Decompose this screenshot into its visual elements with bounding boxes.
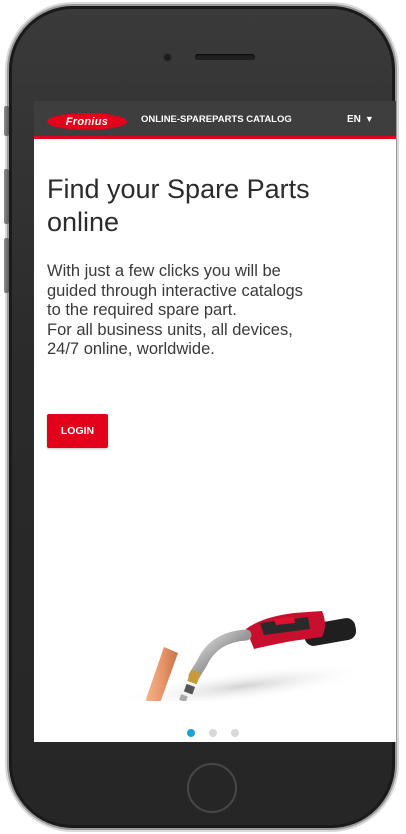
silent-switch — [4, 106, 9, 136]
carousel-dot[interactable] — [187, 729, 195, 737]
intro-line: With just a few clicks you will be — [47, 262, 281, 280]
earpiece-speaker — [195, 54, 255, 60]
language-selector[interactable]: EN ▼ — [347, 114, 374, 125]
volume-up-button — [4, 169, 9, 224]
language-label: EN — [347, 114, 361, 125]
intro-text: With just a few clicks you will be guide… — [47, 262, 387, 360]
fronius-logo[interactable]: Fronius — [47, 113, 127, 130]
login-button[interactable]: LOGIN — [47, 414, 108, 448]
intro-line: guided through interactive catalogs — [47, 281, 303, 300]
home-button[interactable] — [187, 763, 237, 813]
carousel-dot[interactable] — [209, 729, 217, 737]
headline-line: Find your Spare Parts — [47, 174, 310, 204]
carousel-dot[interactable] — [231, 729, 239, 737]
catalog-title: ONLINE-SPAREPARTS CATALOG — [141, 114, 292, 125]
carousel-indicators — [187, 729, 239, 737]
intro-line: 24/7 online, worldwide. — [47, 340, 215, 358]
app-screen: Fronius ONLINE-SPAREPARTS CATALOG EN ▼ F… — [34, 101, 396, 742]
intro-line: to the required spare part. — [47, 301, 237, 319]
triangle-down-icon: ▼ — [364, 114, 374, 124]
top-bar: Fronius ONLINE-SPAREPARTS CATALOG EN ▼ — [34, 101, 396, 139]
front-camera — [163, 53, 172, 62]
page-headline: Find your Spare Parts online — [47, 173, 387, 239]
headline-line: online — [47, 207, 120, 237]
welding-torch-image — [114, 611, 356, 701]
volume-down-button — [4, 238, 9, 293]
intro-line: For all business units, all devices, — [47, 320, 293, 339]
